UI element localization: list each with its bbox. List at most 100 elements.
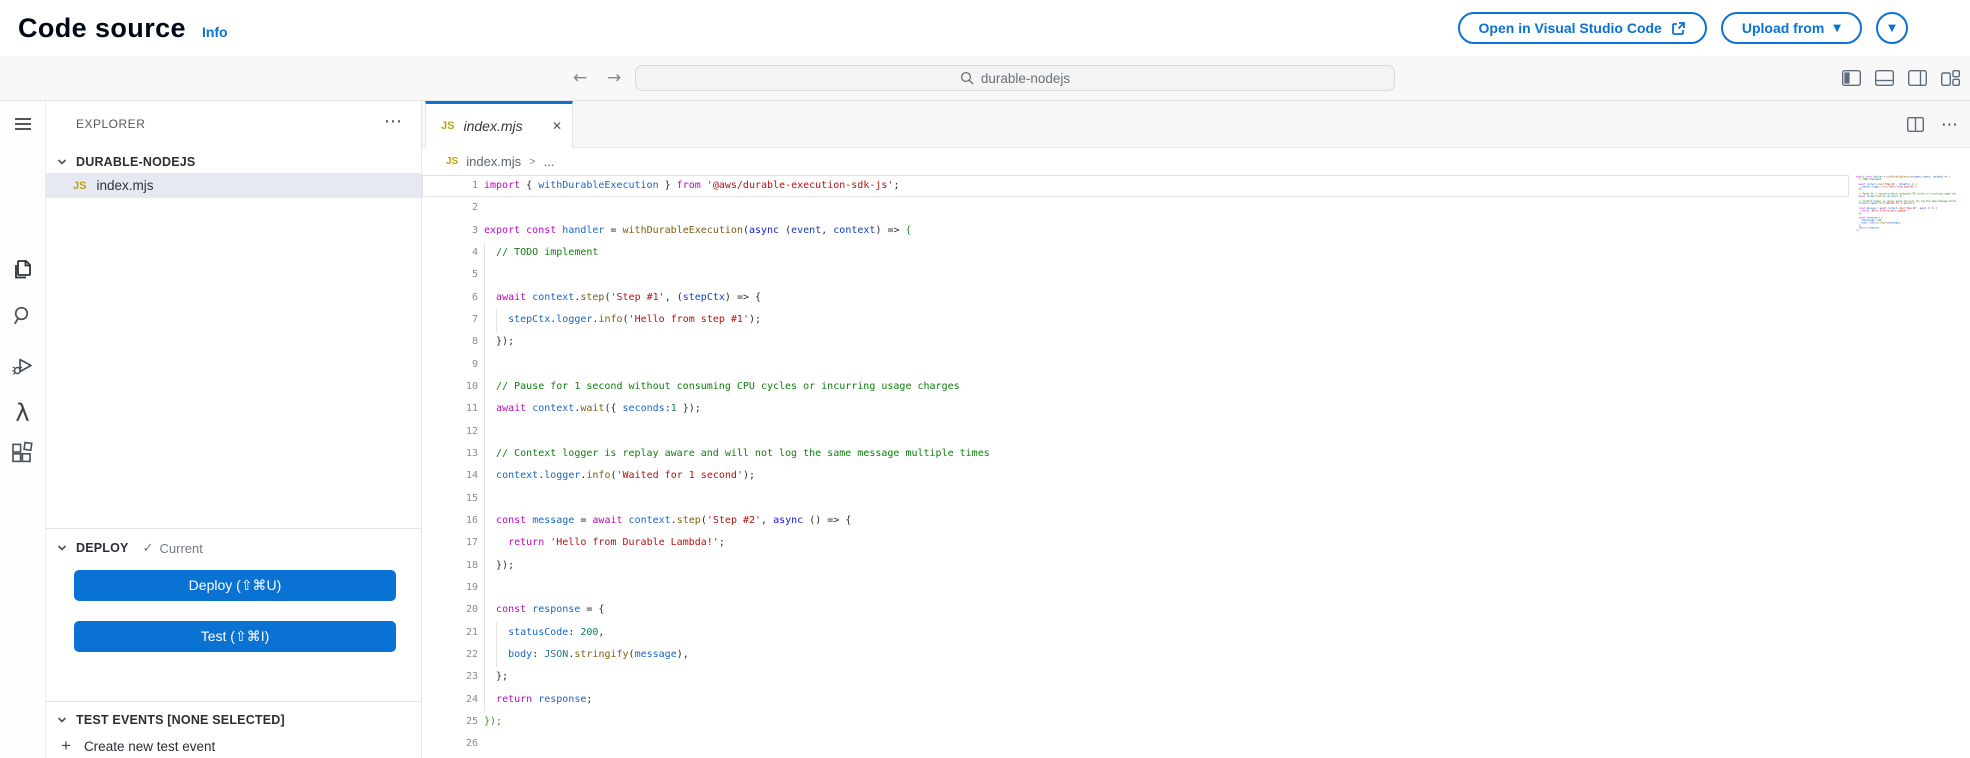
breadcrumb-symbol[interactable]: ...	[544, 154, 555, 169]
navigate-forward-button[interactable]: →	[607, 56, 621, 100]
main-area: λ EXPLORER ⋯ DURABLE-NODEJS JS index.mjs…	[0, 100, 1970, 758]
code-token: return	[496, 694, 532, 705]
code-line[interactable]: });	[484, 555, 1970, 577]
code-line[interactable]: stepCtx.logger.info('Hello from step #1'…	[484, 309, 1970, 331]
code-token: 'Waited for 1 second'	[617, 470, 743, 481]
code-token: await	[496, 292, 526, 303]
upload-from-button[interactable]: Upload from ▼	[1721, 12, 1862, 44]
info-link[interactable]: Info	[202, 24, 228, 40]
tree-root-durable-nodejs[interactable]: DURABLE-NODEJS	[46, 151, 421, 173]
section-divider	[46, 528, 421, 529]
file-item-index-mjs[interactable]: JS index.mjs	[46, 173, 421, 198]
navigate-back-button[interactable]: ←	[573, 56, 587, 100]
code-token	[484, 537, 508, 548]
explorer-more-icon[interactable]: ⋯	[384, 111, 402, 132]
line-number: 15	[422, 488, 484, 510]
line-number: 12	[422, 421, 484, 443]
code-token: };	[484, 671, 508, 682]
code-token: ,	[598, 627, 604, 638]
code-line[interactable]: // Pause for 1 second without consuming …	[484, 376, 1970, 398]
search-sidebar-icon[interactable]	[0, 304, 45, 328]
code-token: // TODO implement	[496, 247, 598, 258]
code-token: step	[580, 292, 604, 303]
external-link-icon	[1671, 21, 1686, 36]
code-token: });	[677, 403, 701, 414]
code-line[interactable]: body: JSON.stringify(message),	[484, 644, 1970, 666]
line-number: 10	[422, 376, 484, 398]
code-line[interactable]: return 'Hello from Durable Lambda!';	[484, 532, 1970, 554]
code-line[interactable]: };	[484, 666, 1970, 688]
split-editor-icon[interactable]	[1907, 117, 1924, 132]
code-token	[484, 403, 496, 414]
code-line[interactable]	[484, 488, 1970, 510]
customize-layout-icon[interactable]	[1941, 70, 1960, 86]
caret-down-icon: ▼	[1888, 23, 1896, 34]
gutter: 1234567891011121314151617181920212223242…	[422, 175, 484, 756]
code-line[interactable]	[484, 197, 1970, 219]
more-actions-button[interactable]: ▼	[1876, 12, 1908, 44]
editor-more-actions-icon[interactable]: ⋯	[1941, 115, 1958, 135]
toggle-right-sidebar-icon[interactable]	[1908, 70, 1927, 86]
code-token	[484, 448, 496, 459]
code-token: , (	[665, 292, 683, 303]
code-line[interactable]: context.logger.info('Waited for 1 second…	[484, 465, 1970, 487]
close-tab-icon[interactable]: ✕	[552, 119, 562, 133]
code-token: stringify	[574, 649, 628, 660]
code-line[interactable]: await context.wait({ seconds:1 });	[484, 398, 1970, 420]
code-line[interactable]	[484, 577, 1970, 599]
code-line[interactable]: statusCode: 200,	[484, 622, 1970, 644]
code-token: =	[574, 515, 592, 526]
files-icon[interactable]	[0, 257, 45, 281]
line-number: 11	[422, 398, 484, 420]
code-area[interactable]: 1234567891011121314151617181920212223242…	[422, 175, 1970, 758]
code-line[interactable]: });	[484, 331, 1970, 353]
code-token	[484, 515, 496, 526]
code-token: });	[484, 716, 502, 727]
code-line[interactable]: // Context logger is replay aware and wi…	[484, 443, 1970, 465]
code-token: :	[568, 627, 580, 638]
code-lines[interactable]: import { withDurableExecution } from '@a…	[484, 175, 1970, 756]
open-in-vscode-label: Open in Visual Studio Code	[1479, 20, 1662, 36]
aws-lambda-icon[interactable]: λ	[0, 401, 45, 425]
test-events-section-header[interactable]: TEST EVENTS [NONE SELECTED]	[46, 709, 421, 731]
menu-icon[interactable]	[0, 114, 45, 134]
tab-label: index.mjs	[463, 118, 522, 134]
code-line[interactable]	[484, 354, 1970, 376]
command-search-input[interactable]: durable-nodejs	[635, 65, 1395, 91]
deploy-status: ✓ Current	[143, 540, 203, 556]
toggle-bottom-panel-icon[interactable]	[1875, 70, 1894, 86]
code-line[interactable]	[484, 264, 1970, 286]
code-line[interactable]: import { withDurableExecution } from '@a…	[484, 175, 1970, 197]
toggle-left-sidebar-icon[interactable]	[1842, 70, 1861, 86]
breadcrumb[interactable]: JS index.mjs > ...	[422, 148, 1970, 175]
code-line[interactable]: // TODO implement	[484, 242, 1970, 264]
code-line[interactable]: const response = {	[484, 599, 1970, 621]
code-line[interactable]: return response;	[484, 689, 1970, 711]
code-line[interactable]: await context.step('Step #1', (stepCtx) …	[484, 287, 1970, 309]
line-number: 7	[422, 309, 484, 331]
code-line[interactable]: const message = await context.step('Step…	[484, 510, 1970, 532]
code-line[interactable]: export const handler = withDurableExecut…	[484, 220, 1970, 242]
code-token: handler	[562, 225, 604, 236]
code-line[interactable]	[484, 733, 1970, 755]
code-token: );	[743, 470, 755, 481]
open-in-vscode-button[interactable]: Open in Visual Studio Code	[1458, 12, 1707, 44]
create-test-event-link[interactable]: + Create new test event	[46, 733, 421, 758]
code-token: step	[677, 515, 701, 526]
test-button[interactable]: Test (⇧⌘I)	[74, 621, 396, 652]
deploy-button[interactable]: Deploy (⇧⌘U)	[74, 570, 396, 601]
code-token: logger	[544, 470, 580, 481]
code-line[interactable]: });	[484, 711, 1970, 733]
file-name: index.mjs	[96, 178, 153, 193]
deploy-section-header[interactable]: DEPLOY ✓ Current	[46, 537, 421, 559]
run-debug-icon[interactable]	[0, 353, 45, 379]
tab-index-mjs[interactable]: JS index.mjs ✕	[425, 101, 573, 148]
code-token: 'Step #1'	[611, 292, 665, 303]
code-token	[484, 292, 496, 303]
code-token	[484, 604, 496, 615]
extensions-icon[interactable]	[0, 441, 45, 466]
breadcrumb-file[interactable]: index.mjs	[466, 154, 521, 169]
code-line[interactable]	[484, 421, 1970, 443]
code-token	[484, 627, 508, 638]
code-token: body	[508, 649, 532, 660]
